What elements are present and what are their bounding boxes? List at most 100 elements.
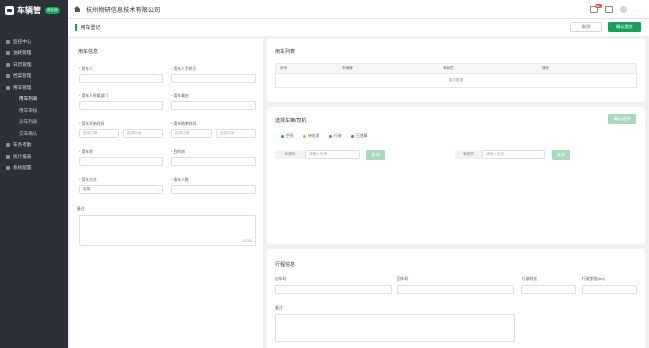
status-dot-icon bbox=[329, 135, 332, 138]
mileage-start-label: 出车码 bbox=[275, 277, 287, 281]
sidebar-item[interactable]: 油耗管理 bbox=[0, 48, 68, 60]
destination-label: *目的地 bbox=[171, 150, 185, 154]
panel-title: 行程信息 bbox=[275, 262, 296, 268]
sidebar-item[interactable]: 派车列表 bbox=[0, 117, 68, 129]
distance-label: 行驶里程(km) bbox=[582, 277, 605, 281]
driver-label: 驾驶员 bbox=[455, 150, 482, 159]
sidebar-item[interactable]: 统计报表 bbox=[0, 151, 68, 163]
notification-badge: 99+ bbox=[594, 3, 602, 8]
page-title: 用车登记 bbox=[80, 25, 101, 31]
phone-label: *用车人手机号 bbox=[171, 67, 197, 71]
column-header: 车辆牌 bbox=[342, 66, 353, 70]
car-logo-icon bbox=[5, 5, 14, 15]
applicant-label: *用车人 bbox=[79, 67, 93, 71]
column-header: 序号 bbox=[280, 66, 288, 70]
chevron-down-icon: ⌄ bbox=[156, 77, 159, 81]
origin-label: *用车地 bbox=[79, 150, 93, 154]
confirm-submit-button[interactable]: 确认提交 bbox=[608, 22, 641, 32]
sidebar-item-label: 监控中心 bbox=[13, 38, 32, 44]
chevron-down-icon: ⌄ bbox=[249, 104, 252, 108]
cancel-button[interactable]: 取消 bbox=[570, 22, 602, 32]
status-dot-icon bbox=[351, 135, 354, 138]
end-date-picker[interactable]: 选择日期 bbox=[171, 129, 212, 138]
sidebar-item[interactable]: 用车审核 bbox=[0, 105, 68, 117]
remark-label: 备注 bbox=[77, 207, 85, 211]
company-name: 杭州物研信息技术有限公司 bbox=[86, 6, 161, 14]
remark-textarea[interactable]: 0/200 bbox=[79, 215, 256, 246]
panel-title: 用车列表 bbox=[275, 49, 296, 55]
start-time-label: *用车开始时间 bbox=[79, 122, 105, 126]
sidebar-item-label: 日历管理 bbox=[13, 61, 32, 67]
sidebar-item-label: 用车管理 bbox=[13, 84, 32, 90]
menu-icon bbox=[6, 51, 10, 56]
menu-icon bbox=[6, 39, 10, 44]
vehicle-table-empty: 暂无数据 bbox=[275, 74, 637, 88]
select-vehicle-panel: 选择车辆/司机 确认选择 空闲 待出发 行驶 已违章 车牌号 请输入车牌 查询 … bbox=[267, 107, 645, 244]
avatar[interactable] bbox=[619, 5, 627, 13]
app-name: 车辆管 bbox=[17, 5, 41, 15]
sidebar-item-label: 系统配置 bbox=[13, 165, 32, 171]
sidebar-item[interactable]: 交车确认 bbox=[0, 128, 68, 140]
sidebar-item-label: 车务考勤 bbox=[13, 142, 32, 148]
trip-info-panel: 行程信息 出车码 回车码 行驶时长 行驶里程(km) 备注 bbox=[267, 249, 645, 348]
menu-icon bbox=[6, 85, 10, 90]
trip-remark-label: 备注 bbox=[275, 306, 283, 310]
start-date-picker[interactable]: 选择日期 bbox=[79, 129, 119, 138]
status-idle[interactable]: 空闲 bbox=[281, 134, 294, 139]
start-time-picker[interactable]: 选择时间 bbox=[123, 129, 163, 138]
sidebar-item[interactable]: 车务考勤 bbox=[0, 140, 68, 152]
status-driving[interactable]: 行驶 bbox=[329, 134, 342, 139]
distance-input[interactable] bbox=[582, 285, 637, 294]
menu-icon bbox=[6, 62, 10, 67]
screen-icon[interactable] bbox=[604, 5, 613, 13]
department-input[interactable] bbox=[79, 101, 163, 110]
applicant-select[interactable]: ⌄ bbox=[79, 74, 163, 83]
plate-search-input[interactable]: 请输入车牌 bbox=[305, 150, 360, 159]
sidebar-item-label: 油耗管理 bbox=[13, 50, 32, 56]
driver-search-input[interactable]: 请输入司机 bbox=[482, 150, 545, 159]
home-icon[interactable] bbox=[74, 5, 81, 13]
passengers-label: *乘车人数 bbox=[171, 178, 189, 182]
sidebar-item[interactable]: 用车管理 bbox=[0, 82, 68, 94]
end-time-picker[interactable]: 选择时间 bbox=[216, 129, 256, 138]
notification-icon[interactable]: 99+ bbox=[589, 3, 602, 13]
mileage-end-input[interactable] bbox=[397, 285, 514, 294]
panel-title: 选择车辆/司机 bbox=[275, 118, 307, 124]
sidebar-item[interactable]: 用车列表 bbox=[0, 94, 68, 106]
user-menu-chevron-icon[interactable]: ⌄ bbox=[634, 7, 637, 12]
sidebar-item-label: 交车确认 bbox=[19, 130, 38, 136]
method-label: *用车方式 bbox=[79, 178, 97, 182]
menu-icon bbox=[6, 166, 10, 171]
sidebar-item[interactable]: 监控中心 bbox=[0, 36, 68, 48]
sidebar-item-label: 档案管理 bbox=[13, 73, 32, 79]
sidebar-item[interactable]: 系统配置 bbox=[0, 163, 68, 175]
method-select[interactable]: 自驾 ⌄ bbox=[79, 185, 163, 194]
column-header: 驾驶员 bbox=[443, 66, 454, 70]
status-pending[interactable]: 待出发 bbox=[303, 134, 319, 139]
vehicle-info-panel: 用车信息 *用车人 ⌄ *用车人手机号 *用车人所属部门 *用车事由 ⌄ *用车… bbox=[70, 39, 263, 348]
passengers-input[interactable] bbox=[171, 185, 256, 194]
department-label: *用车人所属部门 bbox=[79, 94, 109, 98]
destination-input[interactable] bbox=[171, 157, 256, 166]
trip-remark-textarea[interactable] bbox=[275, 314, 515, 342]
page-titlebar: 用车登记 取消 确认提交 bbox=[68, 19, 649, 36]
chevron-down-icon: ⌄ bbox=[156, 188, 159, 192]
menu-icon bbox=[6, 143, 10, 148]
driver-query-button[interactable]: 查询 bbox=[552, 150, 570, 160]
panel-title: 用车信息 bbox=[78, 49, 99, 55]
duration-label: 行驶时长 bbox=[522, 277, 538, 281]
phone-input[interactable] bbox=[171, 74, 256, 83]
sidebar-item[interactable]: 档案管理 bbox=[0, 71, 68, 83]
sidebar-item-label: 用车列表 bbox=[19, 96, 38, 102]
status-violation[interactable]: 已违章 bbox=[351, 134, 367, 139]
mileage-start-input[interactable] bbox=[275, 285, 392, 294]
reason-select[interactable]: ⌄ bbox=[171, 101, 256, 110]
vehicle-list-panel: 用车列表 序号 车辆牌 驾驶员 操作 暂无数据 bbox=[267, 39, 645, 102]
origin-input[interactable] bbox=[79, 157, 163, 166]
status-dot-icon bbox=[281, 135, 284, 138]
sidebar: 车辆管 商业版 监控中心 油耗管理 日历管理 档案管理 用车管理 用车列表 用车审核 派车列表… bbox=[0, 0, 68, 348]
confirm-select-button[interactable]: 确认选择 bbox=[608, 114, 636, 124]
sidebar-item[interactable]: 日历管理 bbox=[0, 59, 68, 71]
duration-input[interactable] bbox=[521, 285, 576, 294]
plate-query-button[interactable]: 查询 bbox=[366, 150, 385, 160]
